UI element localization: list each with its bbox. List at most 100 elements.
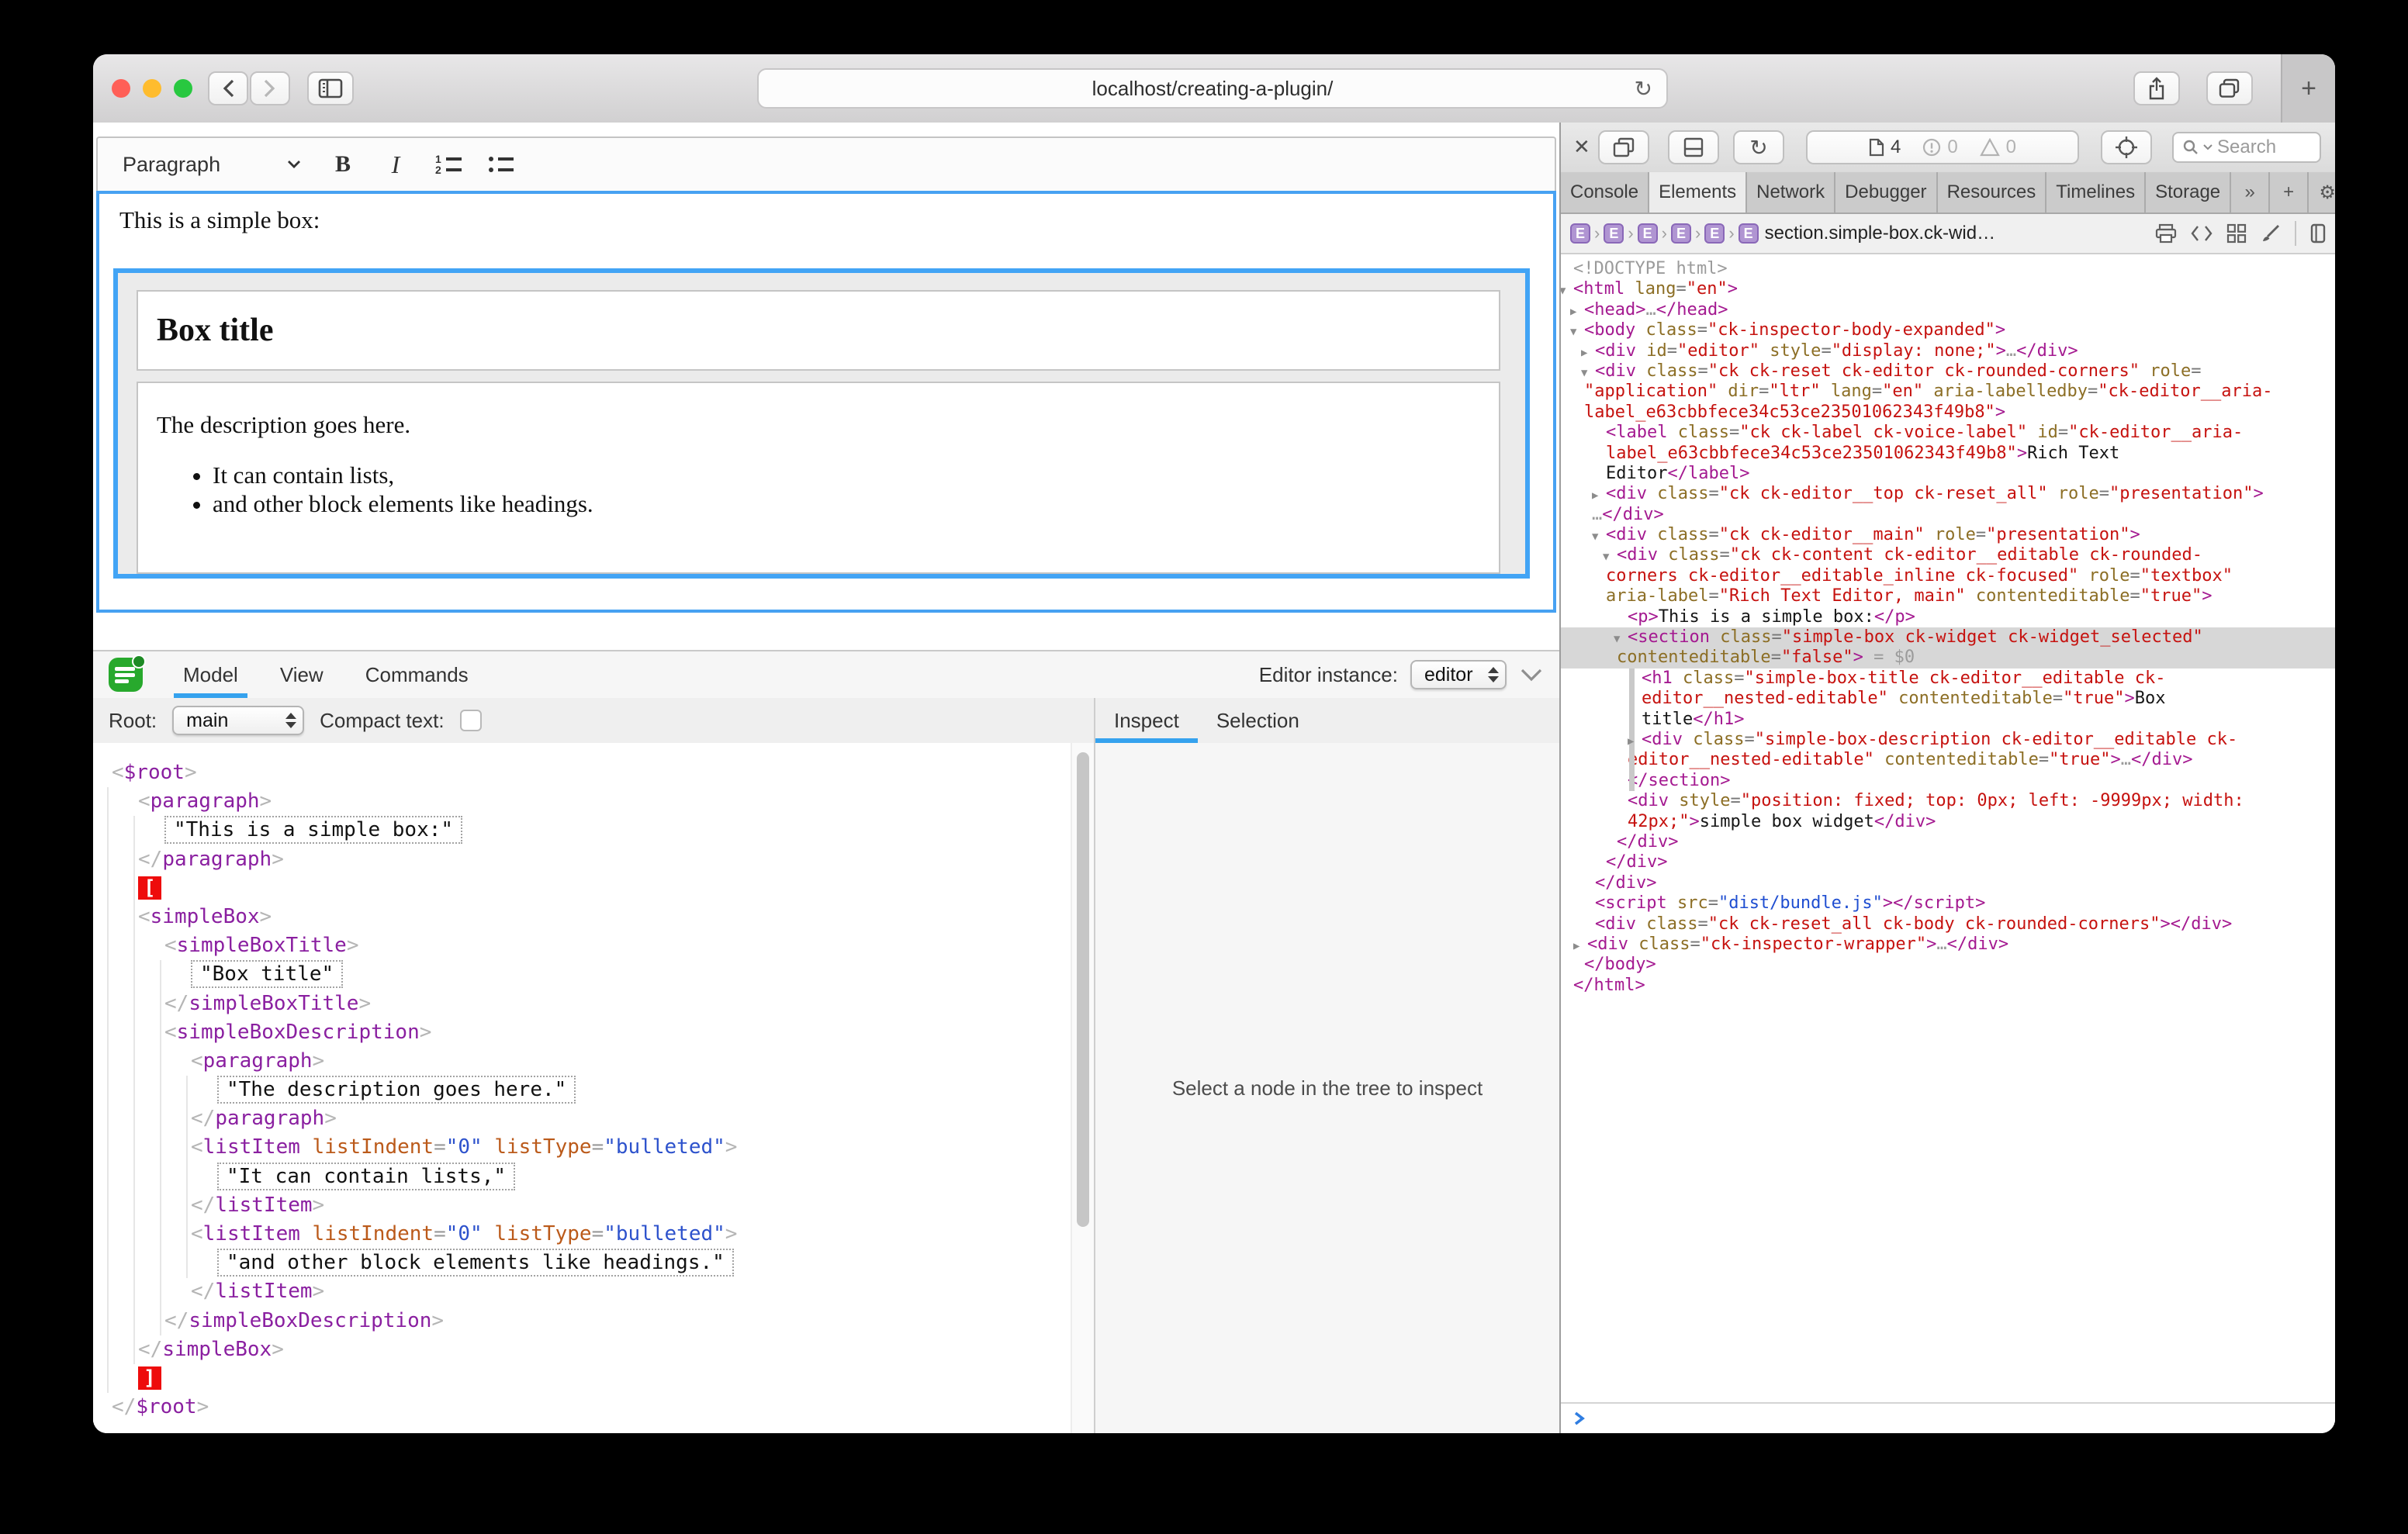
dom-tree-line[interactable]: <h1 class="simple-box-title ck-editor__e…	[1561, 669, 2335, 689]
breadcrumb-selected-node[interactable]: section.simple-box.ck-wid…	[1765, 223, 1995, 244]
brush-icon[interactable]	[2261, 223, 2281, 244]
model-tree-node[interactable]: </$root>	[93, 1393, 1071, 1422]
editor-instance-select[interactable]: editor	[1410, 660, 1507, 689]
dom-tree-line[interactable]: ▶<div id="editor" style="display: none;"…	[1561, 341, 2335, 361]
console-prompt[interactable]	[1561, 1402, 2335, 1433]
model-tree-node[interactable]: <simpleBox>	[93, 903, 1071, 931]
model-tree-node[interactable]: <paragraph>	[93, 1047, 1071, 1076]
dom-tree-line[interactable]: ▼<body class="ck-inspector-body-expanded…	[1561, 320, 2335, 340]
devtools-tab-timelines[interactable]: Timelines	[2046, 172, 2146, 212]
add-tab-icon[interactable]: +	[2270, 172, 2309, 212]
devtools-tab-storage[interactable]: Storage	[2146, 172, 2231, 212]
dock-bottom-button[interactable]	[1668, 130, 1719, 164]
dom-tree-line[interactable]: label_e63cbbfece34c53ce23501062343f49b8"…	[1561, 444, 2335, 464]
minimize-traffic-button[interactable]	[143, 79, 161, 98]
dom-tree-line[interactable]: <div style="position: fixed; top: 0px; l…	[1561, 791, 2335, 811]
dom-tree-line[interactable]: </body>	[1561, 955, 2335, 975]
model-tree-node[interactable]: <paragraph>	[93, 787, 1071, 816]
model-tree-node[interactable]: </simpleBoxTitle>	[93, 990, 1071, 1018]
model-tree-node[interactable]: "This is a simple box:"	[93, 816, 1071, 845]
devtools-tab-debugger[interactable]: Debugger	[1835, 172, 1937, 212]
model-tree-node[interactable]: "It can contain lists,"	[93, 1163, 1071, 1191]
dom-tree-line[interactable]: </div>	[1561, 832, 2335, 852]
dom-tree-line[interactable]: </section>	[1561, 771, 2335, 791]
scrollbar-thumb[interactable]	[1077, 752, 1089, 1227]
dom-tree-line[interactable]: </html>	[1561, 976, 2335, 996]
description-list[interactable]: It can contain lists,and other block ele…	[138, 461, 1499, 518]
model-tree-node[interactable]: </paragraph>	[93, 1104, 1071, 1133]
element-picker-button[interactable]	[2101, 130, 2152, 164]
disclosure-closed-icon[interactable]: ▶	[1628, 731, 1634, 751]
intro-paragraph[interactable]: This is a simple box:	[119, 206, 320, 234]
dom-tree-line[interactable]: …</div>	[1561, 505, 2335, 525]
tree-scrollbar[interactable]	[1071, 743, 1094, 1433]
disclosure-closed-icon[interactable]: ▶	[1570, 302, 1576, 322]
bulleted-list-button[interactable]	[481, 144, 521, 185]
inspector-tab-model[interactable]: Model	[174, 651, 247, 698]
dom-tree-line[interactable]: ▼<section class="simple-box ck-widget ck…	[1561, 627, 2335, 648]
model-tree-node[interactable]: "and other block elements like headings.…	[93, 1249, 1071, 1277]
devtools-tab-resources[interactable]: Resources	[1938, 172, 2047, 212]
dom-tree-line[interactable]: ▶<div class="ck-inspector-wrapper">…</di…	[1561, 935, 2335, 955]
print-icon[interactable]	[2155, 223, 2177, 244]
dom-tree-line[interactable]: 42px;">simple box widget</div>	[1561, 812, 2335, 832]
dom-tree-line[interactable]: ▼<div class="ck ck-reset ck-editor ck-ro…	[1561, 361, 2335, 382]
dom-tree-line[interactable]: </div>	[1561, 873, 2335, 893]
model-tree-node[interactable]: [	[93, 874, 1071, 903]
dom-tree-line[interactable]: editor__nested-editable" contenteditable…	[1561, 689, 2335, 709]
dom-tree-line[interactable]: title</h1>	[1561, 710, 2335, 730]
root-select[interactable]: main	[172, 706, 304, 735]
detach-window-button[interactable]	[1598, 130, 1649, 164]
model-tree-node[interactable]: <simpleBoxTitle>	[93, 931, 1071, 960]
model-tree-node[interactable]: <simpleBoxDescription>	[93, 1018, 1071, 1047]
element-badge[interactable]: E	[1604, 223, 1624, 244]
dom-tree-line[interactable]: ▶<head>…</head>	[1561, 300, 2335, 320]
inspector-side-tab-inspect[interactable]: Inspect	[1095, 698, 1198, 743]
panel-icon[interactable]	[2310, 223, 2326, 244]
dom-tree-line[interactable]: ▼<div class="ck ck-content ck-editor__ed…	[1561, 545, 2335, 565]
settings-gear-icon[interactable]: ⚙	[2309, 172, 2335, 212]
italic-button[interactable]: I	[375, 144, 416, 185]
description-paragraph[interactable]: The description goes here.	[157, 411, 1499, 439]
devtools-tab-elements[interactable]: Elements	[1649, 172, 1747, 212]
address-bar[interactable]: localhost/creating-a-plugin/ ↻	[757, 68, 1668, 109]
model-tree-node[interactable]: </simpleBox>	[93, 1335, 1071, 1364]
element-badge[interactable]: E	[1704, 223, 1725, 244]
inspector-tab-commands[interactable]: Commands	[356, 651, 478, 698]
close-traffic-button[interactable]	[112, 79, 130, 98]
bold-button[interactable]: B	[323, 144, 363, 185]
dom-tree-line[interactable]: <div class="ck ck-reset_all ck-body ck-r…	[1561, 914, 2335, 935]
tab-overview-button[interactable]	[2206, 71, 2253, 105]
disclosure-open-icon[interactable]: ▼	[1603, 547, 1609, 567]
compact-text-checkbox[interactable]	[460, 710, 482, 731]
model-tree-node[interactable]: </listItem>	[93, 1191, 1071, 1220]
dom-tree-line[interactable]: <script src="dist/bundle.js"></script>	[1561, 893, 2335, 914]
element-badge[interactable]: E	[1570, 223, 1590, 244]
new-tab-button[interactable]: +	[2281, 54, 2335, 123]
dom-tree-line[interactable]: <label class="ck ck-label ck-voice-label…	[1561, 423, 2335, 443]
model-tree-node[interactable]: </paragraph>	[93, 845, 1071, 874]
back-button[interactable]	[208, 71, 248, 105]
dom-tree-line[interactable]: </div>	[1561, 852, 2335, 872]
model-tree-node[interactable]: </listItem>	[93, 1277, 1071, 1306]
disclosure-open-icon[interactable]: ▼	[1570, 322, 1576, 342]
dom-tree-line[interactable]: "application" dir="ltr" lang="en" aria-l…	[1561, 382, 2335, 402]
model-tree-node[interactable]: <listItem listIndent="0" listType="bulle…	[93, 1220, 1071, 1249]
editor-editable-area[interactable]: This is a simple box: Box title The desc…	[96, 191, 1556, 613]
element-badge[interactable]: E	[1739, 223, 1759, 244]
model-tree-node[interactable]: <$root>	[93, 758, 1071, 787]
disclosure-closed-icon[interactable]: ▶	[1592, 485, 1598, 506]
dom-tree-line[interactable]: corners ck-editor__editable_inline ck-fo…	[1561, 566, 2335, 586]
disclosure-open-icon[interactable]: ▼	[1581, 363, 1587, 383]
disclosure-open-icon[interactable]: ▼	[1614, 629, 1620, 649]
disclosure-closed-icon[interactable]: ▶	[1581, 343, 1587, 363]
description-bullet[interactable]: and other block elements like headings.	[213, 489, 1499, 518]
dom-tree-line[interactable]: ▶<div class="ck ck-editor__top ck-reset_…	[1561, 484, 2335, 504]
model-tree-node[interactable]: ]	[93, 1364, 1071, 1393]
simple-box-description[interactable]: The description goes here. It can contai…	[137, 382, 1500, 574]
simple-box-title[interactable]: Box title	[137, 290, 1500, 371]
dom-tree-line[interactable]: aria-label="Rich Text Editor, main" cont…	[1561, 586, 2335, 606]
more-tabs-icon[interactable]: »	[2231, 172, 2270, 212]
devtools-tab-network[interactable]: Network	[1747, 172, 1835, 212]
sidebar-toggle-button[interactable]	[307, 71, 354, 105]
